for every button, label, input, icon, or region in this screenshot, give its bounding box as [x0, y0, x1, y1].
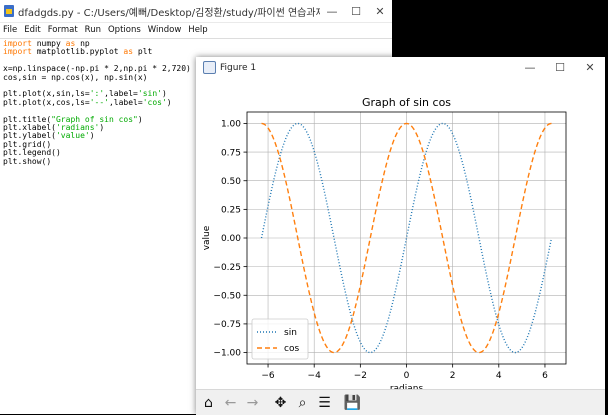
editor-title: dfadgds.py - C:/Users/예뻐/Desktop/김정환/stu… — [18, 7, 320, 19]
y-tick-label: 0.75 — [221, 148, 241, 158]
code-line: cos,sin = np.cos(x), np.sin(x) — [3, 72, 148, 82]
figure-title: Figure 1 — [220, 62, 257, 73]
code-token: ) — [166, 97, 172, 107]
code-string: 'value' — [55, 131, 90, 141]
y-tick-label: −0.50 — [213, 291, 241, 301]
save-icon[interactable]: 💾 — [343, 393, 362, 412]
figure-titlebar: Figure 1 — ☐ ✕ — [196, 57, 605, 78]
menu-help[interactable]: Help — [188, 25, 207, 35]
editor-menubar: File Edit Format Run Options Window Help — [0, 23, 392, 37]
x-tick-label: 0 — [404, 371, 410, 381]
y-tick-label: −0.75 — [213, 320, 241, 330]
code-token: ) — [137, 114, 143, 124]
y-tick-label: −0.25 — [213, 263, 241, 273]
x-tick-label: −4 — [308, 371, 322, 381]
code-token: ,label= — [108, 97, 143, 107]
figure-maximize-button[interactable]: ☐ — [545, 61, 575, 74]
legend-label-cos: cos — [284, 344, 299, 354]
desktop-background — [392, 0, 608, 57]
code-token: ) — [89, 131, 95, 141]
x-tick-label: −2 — [354, 371, 367, 381]
code-keyword: as — [123, 47, 134, 57]
x-tick-label: 6 — [542, 371, 548, 381]
editor-close-button[interactable]: ✕ — [368, 5, 392, 18]
x-tick-label: 2 — [450, 371, 456, 381]
python-file-icon — [4, 5, 14, 17]
chart-title: Graph of sin cos — [362, 96, 451, 109]
figure-toolbar: ⌂ ← → ✥ ⌕ ☰ 💾 — [196, 389, 605, 415]
figure-window: Figure 1 — ☐ ✕ −6 −4 −2 0 2 4 6 −1.00 −0.75 −0.50… — [196, 57, 605, 415]
code-string: 'cos' — [142, 97, 167, 107]
code-line: plt.show() — [3, 156, 52, 166]
x-tick-label: 4 — [496, 371, 502, 381]
editor-titlebar: dfadgds.py - C:/Users/예뻐/Desktop/김정환/stu… — [0, 0, 392, 23]
legend-label-sin: sin — [284, 328, 297, 338]
code-token: matplotlib.pyplot — [31, 47, 124, 57]
y-tick-label: 0.50 — [221, 177, 241, 187]
figure-close-button[interactable]: ✕ — [575, 61, 605, 74]
configure-subplots-icon[interactable]: ☰ — [315, 393, 334, 412]
figure-minimize-button[interactable]: — — [515, 61, 545, 74]
y-tick-label: 0.00 — [221, 234, 241, 244]
menu-window[interactable]: Window — [148, 25, 182, 35]
y-tick-label: 1.00 — [221, 120, 241, 130]
code-string: '--' — [89, 97, 109, 107]
figure-app-icon — [203, 61, 216, 74]
editor-minimize-button[interactable]: — — [320, 5, 344, 18]
y-axis-label: value — [202, 225, 212, 250]
y-tick-label: 0.25 — [221, 206, 241, 216]
x-tick-label: −6 — [261, 371, 275, 381]
editor-maximize-button[interactable]: ☐ — [344, 5, 368, 18]
pan-icon[interactable]: ✥ — [271, 393, 290, 412]
menu-options[interactable]: Options — [108, 25, 141, 35]
forward-arrow-icon[interactable]: → — [243, 393, 262, 412]
code-token: ) — [99, 123, 105, 133]
menu-file[interactable]: File — [3, 25, 17, 35]
zoom-icon[interactable]: ⌕ — [293, 393, 312, 412]
back-arrow-icon[interactable]: ← — [221, 393, 240, 412]
menu-edit[interactable]: Edit — [24, 25, 40, 35]
chart-svg: −6 −4 −2 0 2 4 6 −1.00 −0.75 −0.50 −0.25 0.00 0.25 0.… — [202, 96, 567, 394]
code-token: plt — [133, 47, 153, 57]
home-icon[interactable]: ⌂ — [199, 393, 218, 412]
plot-canvas[interactable]: −6 −4 −2 0 2 4 6 −1.00 −0.75 −0.50 −0.25 0.00 0.25 0.… — [196, 78, 605, 394]
code-token: plt.plot(x,cos,ls= — [3, 97, 90, 107]
y-tick-label: −1.00 — [213, 349, 241, 359]
menu-format[interactable]: Format — [48, 25, 78, 35]
menu-run[interactable]: Run — [85, 25, 101, 35]
legend-box — [251, 318, 309, 360]
code-keyword: import — [3, 47, 32, 57]
